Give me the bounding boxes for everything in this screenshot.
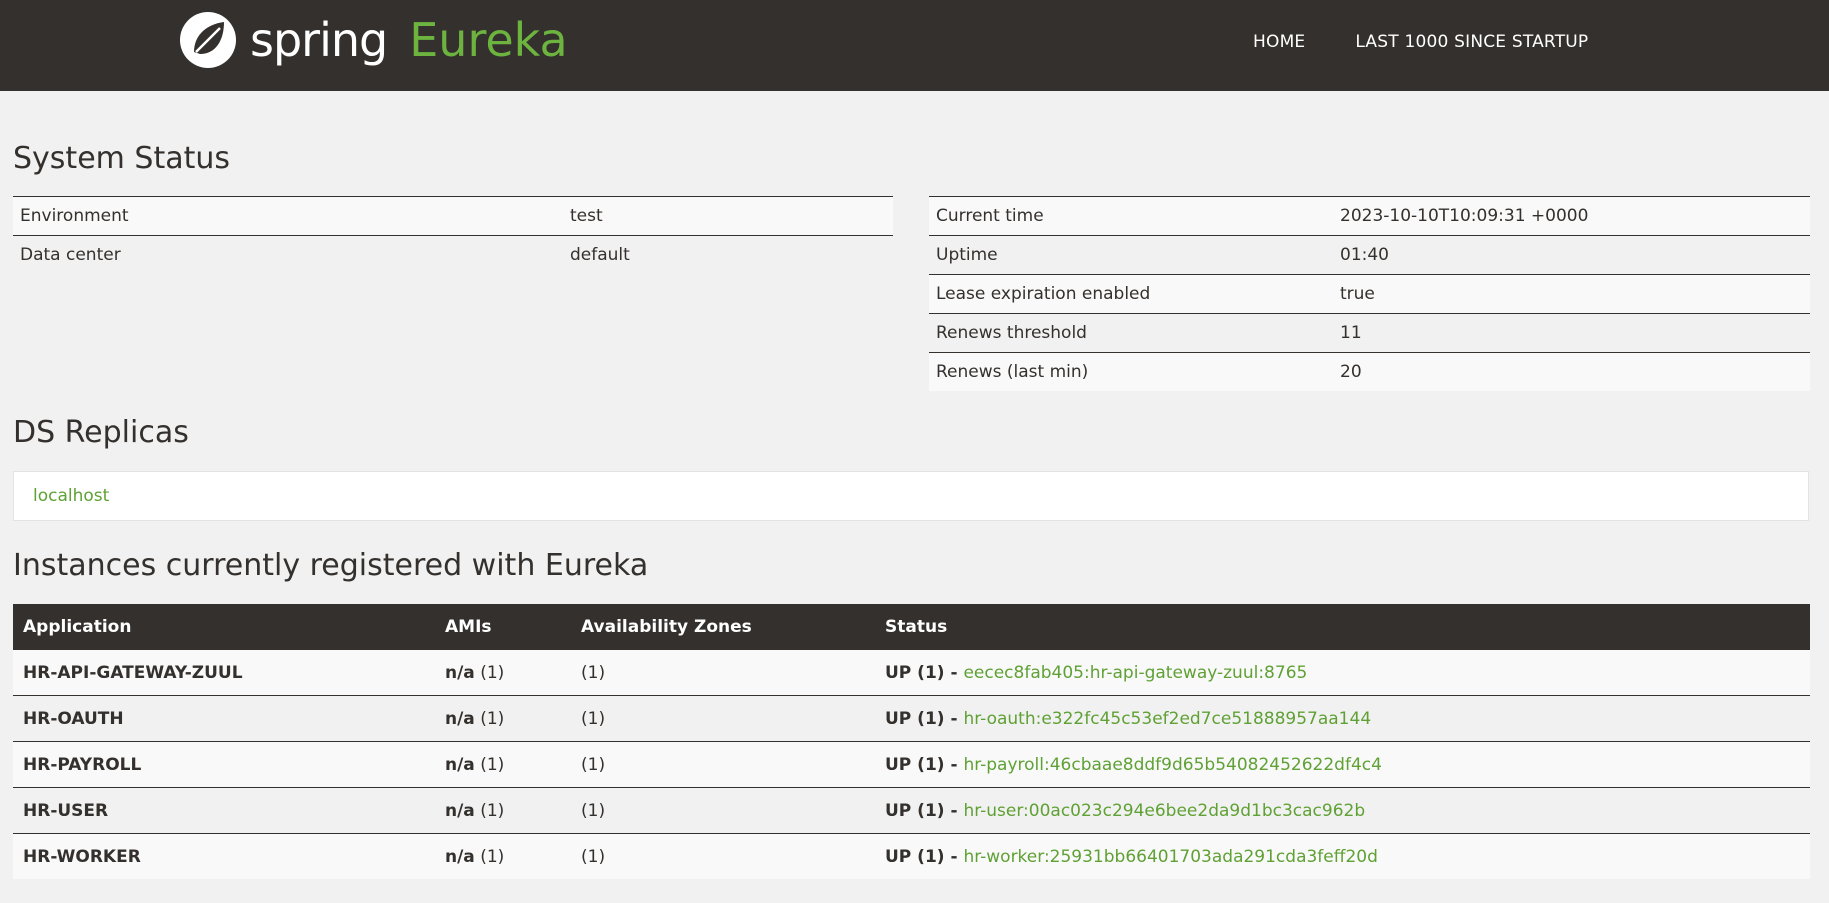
header-amis: AMIs (435, 604, 571, 650)
row-label: Renews (last min) (929, 352, 1333, 391)
table-row: HR-PAYROLL n/a (1) (1) UP (1) - hr-payro… (13, 741, 1810, 788)
ami-na: n/a (445, 708, 475, 729)
table-header-row: Application AMIs Availability Zones Stat… (13, 604, 1810, 650)
table-row: HR-USER n/a (1) (1) UP (1) - hr-user:00a… (13, 787, 1810, 834)
status-text: UP (1) - (885, 800, 964, 821)
table-row: Renews (last min) 20 (929, 352, 1810, 391)
system-status-right-table: Current time 2023-10-10T10:09:31 +0000 U… (929, 196, 1810, 391)
zones-cell: (1) (571, 741, 875, 788)
status-cell: UP (1) - hr-oauth:e322fc45c53ef2ed7ce518… (875, 695, 1810, 742)
table-row: Lease expiration enabled true (929, 274, 1810, 314)
status-cell: UP (1) - hr-payroll:46cbaae8ddf9d65b5408… (875, 741, 1810, 788)
ami-na: n/a (445, 800, 475, 821)
zones-cell: (1) (571, 787, 875, 834)
status-text: UP (1) - (885, 754, 964, 775)
top-navbar: spring Eureka HOME LAST 1000 SINCE START… (0, 0, 1829, 91)
instances-table: Application AMIs Availability Zones Stat… (13, 604, 1810, 879)
header-application: Application (13, 604, 435, 650)
table-row: Uptime 01:40 (929, 235, 1810, 275)
table-row: HR-OAUTH n/a (1) (1) UP (1) - hr-oauth:e… (13, 695, 1810, 742)
row-value: 2023-10-10T10:09:31 +0000 (1333, 196, 1810, 236)
row-value: 11 (1333, 313, 1810, 353)
row-label: Lease expiration enabled (929, 274, 1333, 314)
ami-count: (1) (480, 708, 505, 729)
amis-cell: n/a (1) (435, 834, 571, 880)
amis-cell: n/a (1) (435, 695, 571, 742)
ds-replicas-heading: DS Replicas (13, 415, 189, 450)
zones-cell: (1) (581, 846, 606, 867)
instances-heading: Instances currently registered with Eure… (13, 548, 649, 583)
brand-eureka-text: Eureka (409, 13, 568, 67)
status-cell: UP (1) - hr-worker:25931bb66401703ada291… (875, 834, 1810, 880)
ami-na: n/a (445, 754, 475, 775)
status-text: UP (1) - (885, 708, 964, 729)
app-name: HR-WORKER (23, 846, 141, 867)
instance-link[interactable]: hr-worker:25931bb66401703ada291cda3feff2… (963, 847, 1377, 867)
brand-logo-link[interactable]: spring Eureka (178, 10, 568, 70)
table-row: Environment test (13, 196, 893, 236)
app-name: HR-PAYROLL (13, 741, 435, 788)
amis-cell: n/a (1) (435, 650, 571, 696)
nav-home-link[interactable]: HOME (1253, 32, 1305, 52)
row-value: 01:40 (1333, 235, 1810, 275)
row-label: Renews threshold (929, 313, 1333, 353)
ami-na: n/a (445, 846, 475, 867)
brand-spring-text: spring (250, 13, 388, 67)
row-label: Environment (13, 196, 563, 236)
status-text: UP (1) - (885, 846, 964, 867)
status-cell: UP (1) - eecec8fab405:hr-api-gateway-zuu… (875, 650, 1810, 696)
instance-link[interactable]: hr-user:00ac023c294e6bee2da9d1bc3cac962b (963, 801, 1365, 821)
system-status-heading: System Status (13, 141, 231, 176)
ami-count: (1) (480, 662, 505, 683)
ami-count: (1) (480, 846, 505, 867)
ami-count: (1) (480, 800, 505, 821)
header-status: Status (875, 604, 1810, 650)
replica-link-localhost[interactable]: localhost (33, 486, 109, 506)
app-name: HR-USER (13, 787, 435, 834)
instance-link[interactable]: eecec8fab405:hr-api-gateway-zuul:8765 (963, 663, 1307, 683)
ds-replicas-panel: localhost (13, 471, 1809, 521)
row-label: Current time (929, 196, 1333, 236)
system-status-left-table: Environment test Data center default (13, 196, 893, 274)
table-row: Data center default (13, 235, 893, 274)
table-row: HR-WORKER n/a (1) (1) UP (1) - hr-worker… (13, 833, 1810, 880)
row-label: Data center (13, 235, 563, 274)
zones-cell: (1) (571, 650, 875, 696)
app-name: HR-API-GATEWAY-ZUUL (13, 650, 435, 696)
header-availability-zones: Availability Zones (571, 604, 875, 650)
ami-count: (1) (480, 754, 505, 775)
amis-cell: n/a (1) (435, 787, 571, 834)
table-row: Current time 2023-10-10T10:09:31 +0000 (929, 196, 1810, 236)
status-cell: UP (1) - hr-user:00ac023c294e6bee2da9d1b… (875, 787, 1810, 834)
row-label: Uptime (929, 235, 1333, 275)
row-value: 20 (1333, 352, 1810, 391)
instance-link[interactable]: hr-payroll:46cbaae8ddf9d65b54082452622df… (963, 755, 1381, 775)
row-value: default (563, 235, 893, 274)
status-text: UP (1) - (885, 662, 964, 683)
row-value: test (563, 196, 893, 236)
nav-links: HOME LAST 1000 SINCE STARTUP (1253, 0, 1638, 84)
nav-last-1000-link[interactable]: LAST 1000 SINCE STARTUP (1355, 32, 1588, 52)
zones-cell: (1) (571, 695, 875, 742)
app-name: HR-OAUTH (13, 695, 435, 742)
spring-leaf-icon (180, 12, 236, 68)
row-value: true (1333, 274, 1810, 314)
table-row: HR-API-GATEWAY-ZUUL n/a (1) (1) UP (1) -… (13, 650, 1810, 696)
table-row: Renews threshold 11 (929, 313, 1810, 353)
instance-link[interactable]: hr-oauth:e322fc45c53ef2ed7ce51888957aa14… (963, 709, 1371, 729)
ami-na: n/a (445, 662, 475, 683)
amis-cell: n/a (1) (435, 741, 571, 788)
